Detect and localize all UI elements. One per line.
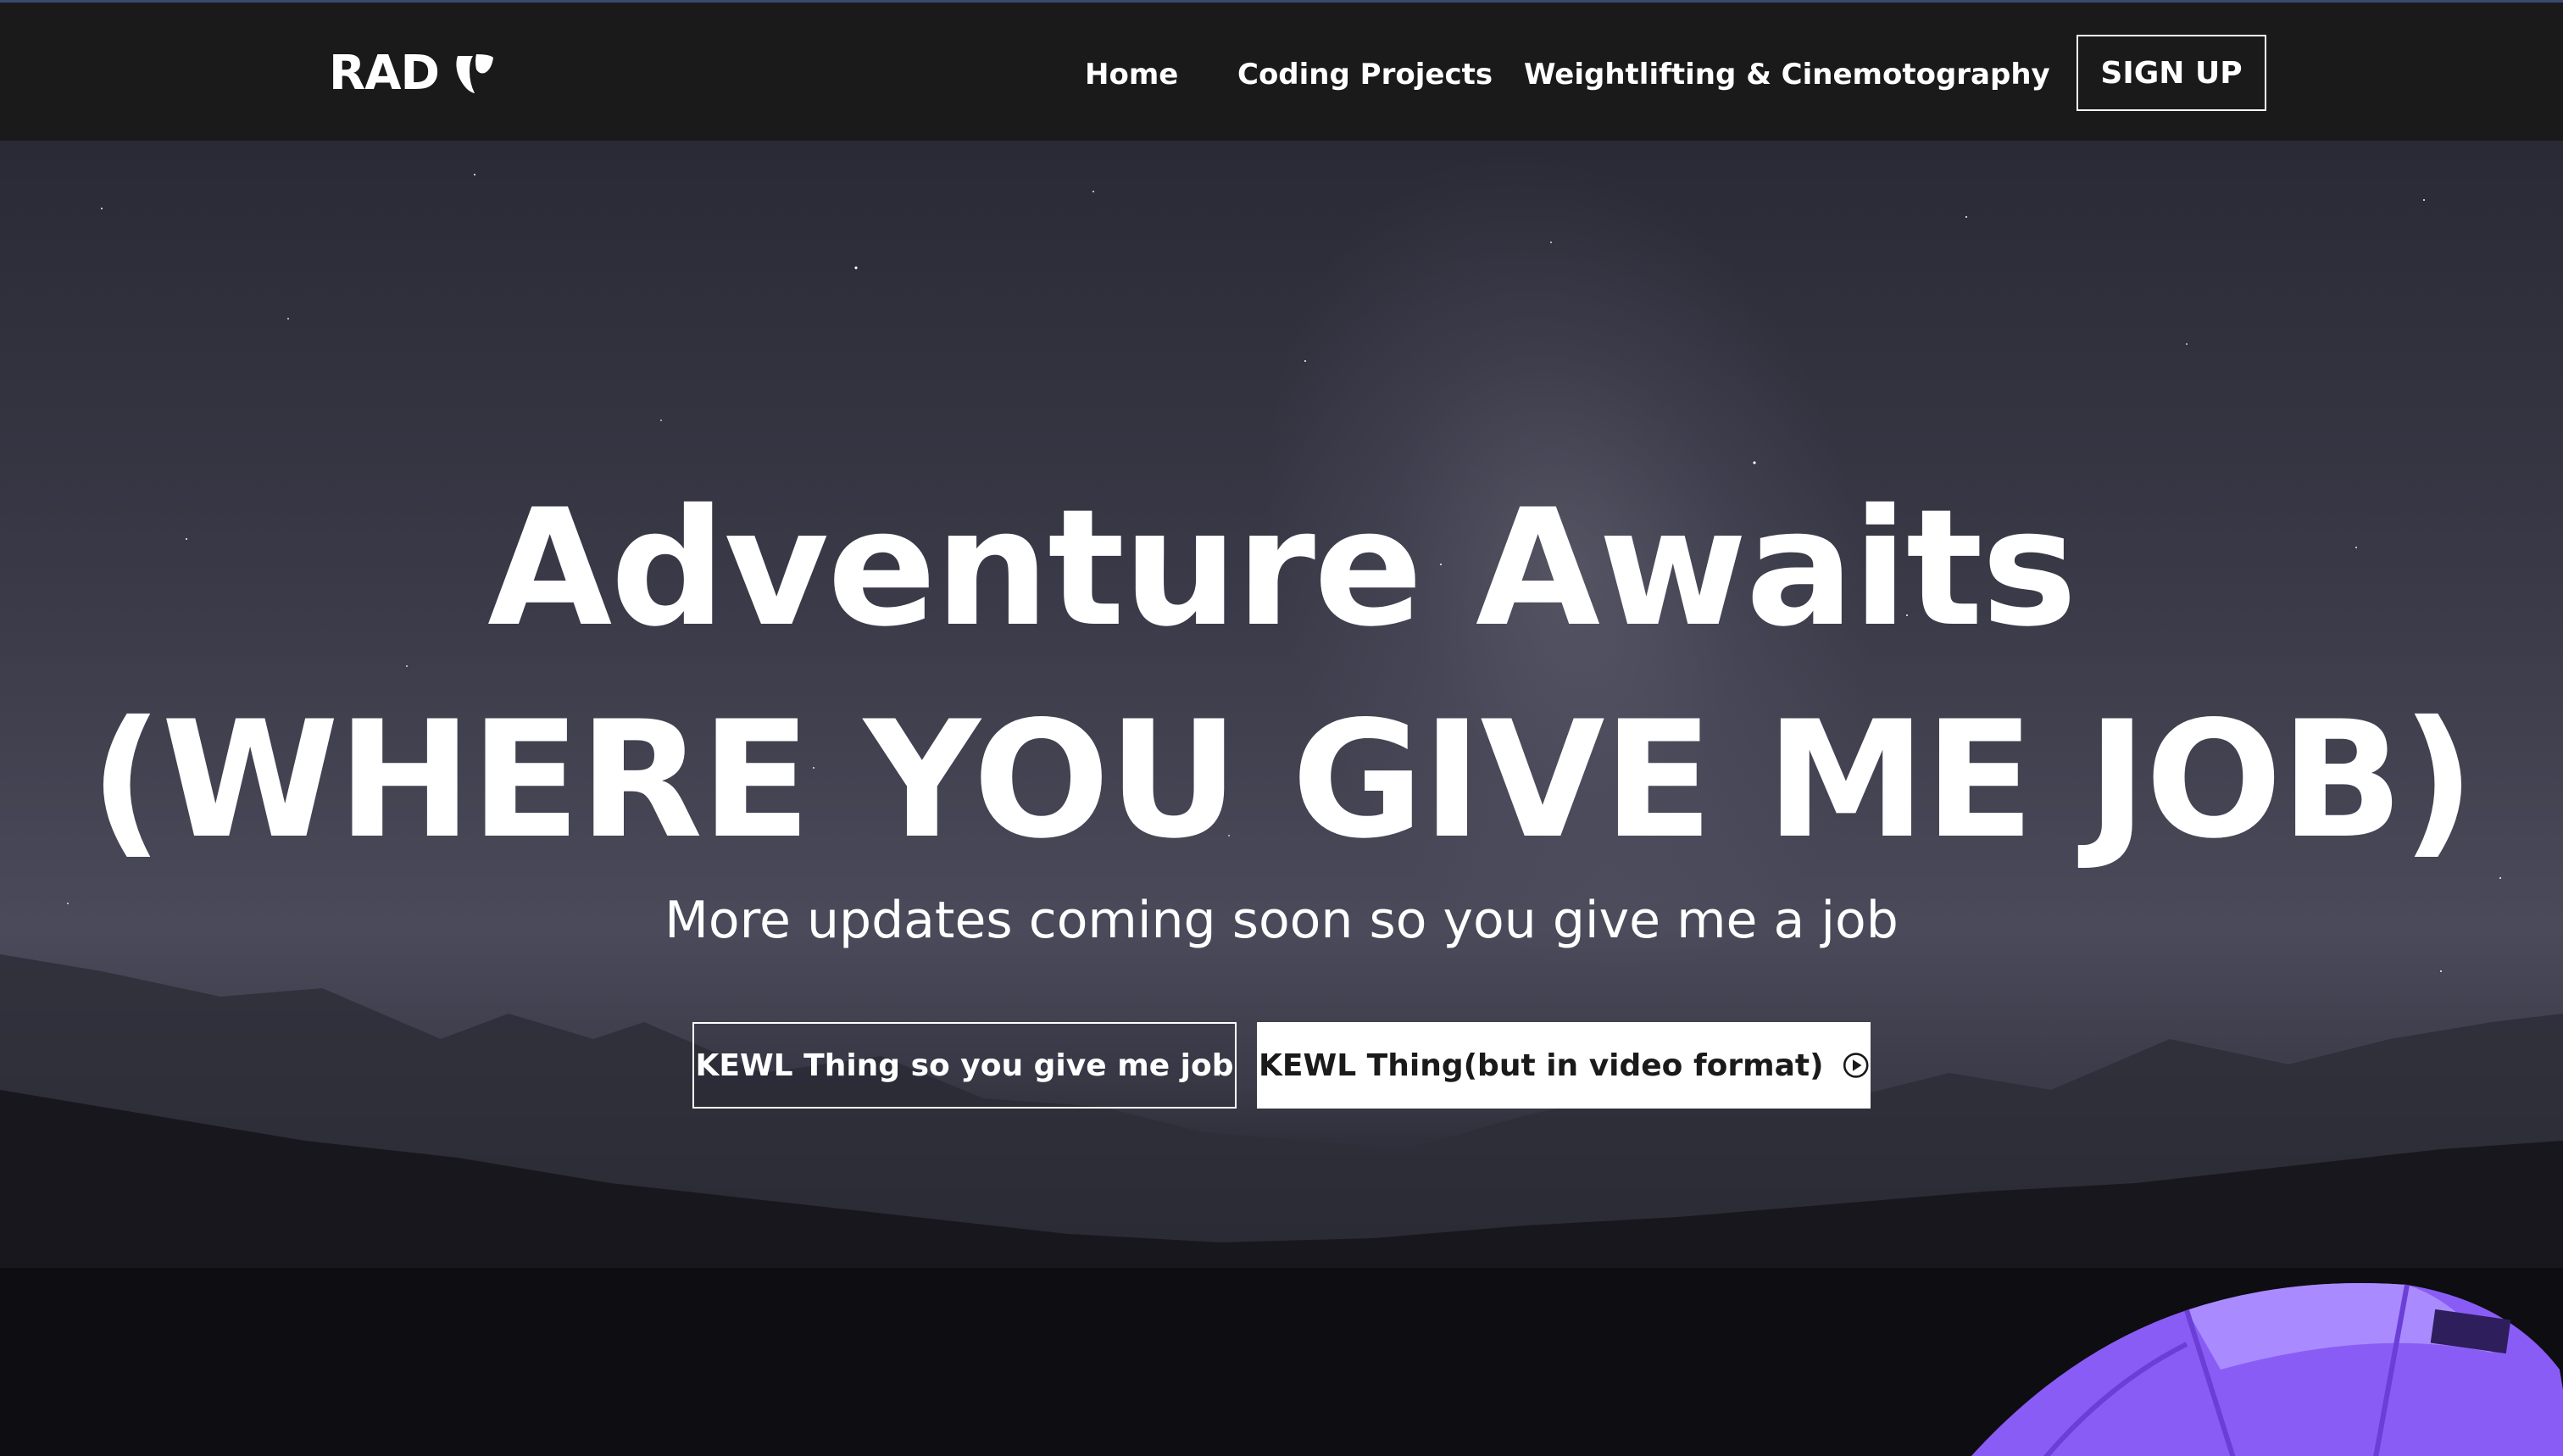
- hero-section: Adventure Awaits (WHERE YOU GIVE ME JOB)…: [0, 141, 2563, 1456]
- hero-title-line1: Adventure Awaits: [487, 475, 2077, 662]
- hero-title-line2: (WHERE YOU GIVE ME JOB): [89, 686, 2476, 874]
- kewl-thing-button[interactable]: KEWL Thing so you give me job: [692, 1022, 1237, 1109]
- typo3-logo-icon: [456, 54, 493, 93]
- kewl-thing-button-label: KEWL Thing so you give me job: [695, 1048, 1234, 1083]
- tent-image: [1971, 1283, 2563, 1456]
- nav-link-weightlifting-cinematography[interactable]: Weightlifting & Cinemotography: [1524, 58, 2050, 92]
- hero-subtitle: More updates coming soon so you give me …: [664, 891, 1899, 950]
- play-circle-icon: [1843, 1053, 1869, 1078]
- site-logo[interactable]: RAD: [329, 43, 498, 103]
- logo-text: RAD: [329, 45, 440, 101]
- top-navbar: RAD Home Coding Projects Weightlifting &…: [0, 0, 2563, 141]
- hero-title: Adventure Awaits (WHERE YOU GIVE ME JOB): [0, 463, 2563, 886]
- nav-link-coding-projects[interactable]: Coding Projects: [1237, 58, 1493, 92]
- video-button[interactable]: KEWL Thing(but in video format): [1257, 1022, 1871, 1109]
- video-button-label: KEWL Thing(but in video format): [1259, 1048, 1824, 1083]
- nav-link-home[interactable]: Home: [1085, 58, 1178, 92]
- signup-button[interactable]: SIGN UP: [2077, 35, 2266, 111]
